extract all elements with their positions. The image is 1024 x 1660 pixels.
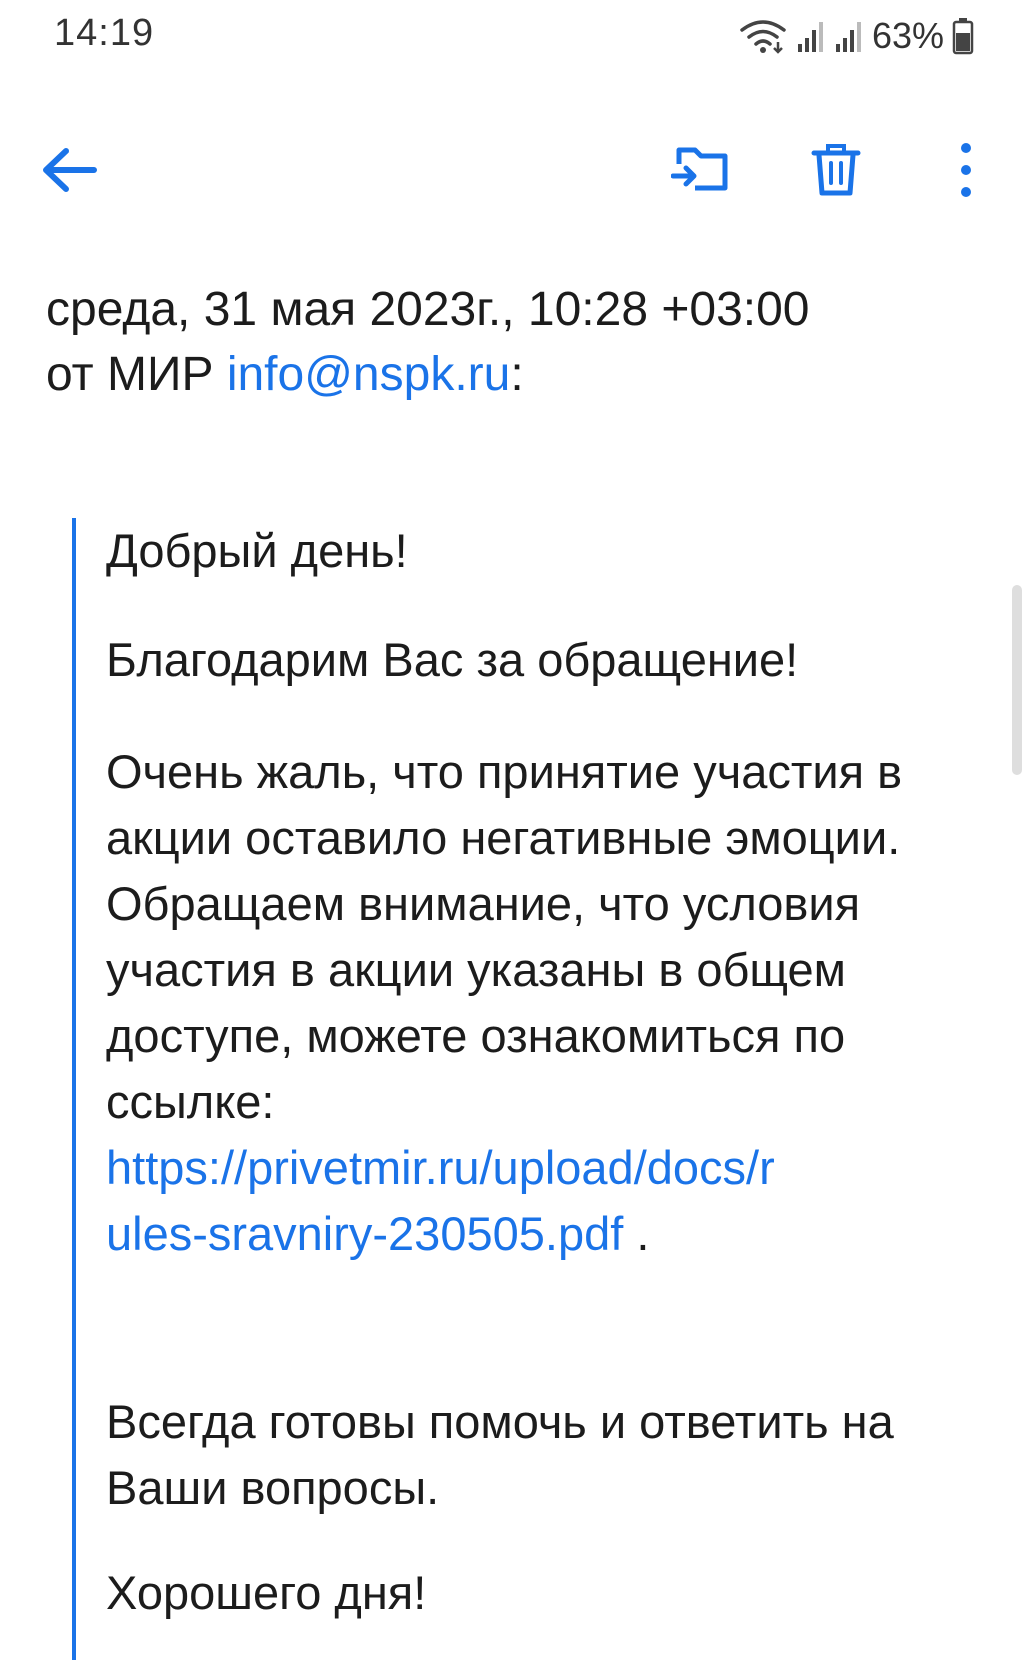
from-colon: :	[510, 348, 524, 401]
main-paragraph: Очень жаль, что принятие участия в акции…	[106, 739, 986, 1267]
rules-link-part2: ules-sravniry-230505.pdf	[106, 1207, 624, 1260]
sender-email-link[interactable]: info@nspk.ru	[227, 348, 511, 401]
email-from: от МИР info@nspk.ru:	[46, 345, 524, 405]
signal-icon	[835, 22, 861, 52]
email-toolbar	[0, 130, 1024, 210]
sender-name: от МИР	[46, 348, 214, 401]
wifi-icon	[740, 20, 786, 54]
battery-icon	[952, 18, 974, 55]
move-to-folder-button[interactable]	[662, 130, 742, 210]
rules-link[interactable]: https://privetmir.ru/upload/docs/r ules-s…	[106, 1141, 775, 1260]
rules-link-part1: https://privetmir.ru/upload/docs/r	[106, 1141, 775, 1194]
back-arrow-icon	[43, 148, 97, 192]
main-text: Очень жаль, что принятие участия в акции…	[106, 745, 903, 1128]
battery-percent: 63%	[871, 15, 944, 56]
move-to-folder-icon	[671, 147, 728, 191]
link-suffix: .	[623, 1207, 650, 1260]
quote-bar	[72, 518, 76, 1660]
greeting-text: Добрый день!	[106, 524, 408, 577]
signal-icon	[797, 22, 823, 52]
more-vertical-icon	[961, 143, 971, 197]
scrollbar-thumb[interactable]	[1012, 585, 1022, 775]
status-icons: 63%	[738, 14, 974, 58]
status-time: 14:19	[54, 12, 155, 54]
back-button[interactable]	[30, 130, 110, 210]
email-date: среда, 31 мая 2023г., 10:28 +03:00	[46, 283, 810, 336]
trash-icon	[811, 144, 861, 196]
status-bar: 14:19 63%	[0, 0, 1024, 72]
ready-text: Всегда готовы помочь и ответить на Ваши …	[106, 1395, 894, 1514]
goodbye-text: Хорошего дня!	[106, 1566, 427, 1619]
delete-button[interactable]	[796, 130, 876, 210]
more-options-button[interactable]	[928, 130, 1004, 210]
thanks-text: Благодарим Вас за обращение!	[106, 633, 799, 686]
